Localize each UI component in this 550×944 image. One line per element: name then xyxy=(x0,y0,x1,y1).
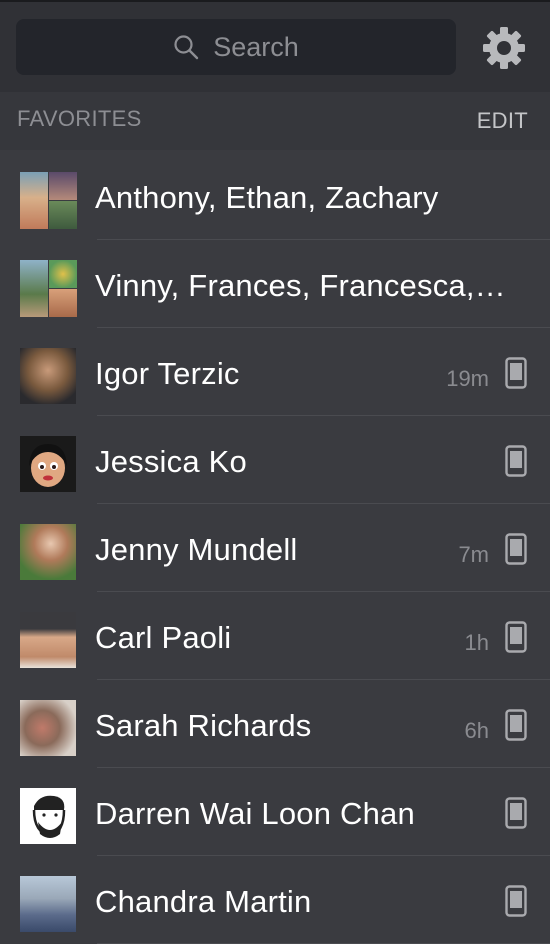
avatar xyxy=(20,788,76,844)
contact-name: Igor Terzic xyxy=(95,356,240,391)
list-item[interactable]: Chandra Martin xyxy=(0,856,550,944)
list-item[interactable]: Darren Wai Loon Chan xyxy=(0,768,550,856)
mobile-phone-icon xyxy=(505,797,527,829)
avatar xyxy=(20,436,76,492)
avatar xyxy=(20,612,76,668)
mobile-phone-icon xyxy=(505,533,527,565)
list-item[interactable]: Carl Paoli 1h xyxy=(0,592,550,680)
list-item[interactable]: Jenny Mundell 7m xyxy=(0,504,550,592)
section-title: FAVORITES xyxy=(17,106,142,131)
last-active-time: 1h xyxy=(464,630,489,655)
list-item[interactable]: Vinny, Frances, Francesca,… xyxy=(0,240,550,328)
avatar xyxy=(20,348,76,404)
favorites-header: FAVORITES EDIT xyxy=(0,92,550,150)
contact-list: Anthony, Ethan, Zachary Vinny, Frances, … xyxy=(0,152,550,944)
group-avatar xyxy=(20,260,77,317)
contact-name: Chandra Martin xyxy=(95,884,312,919)
contact-name: Vinny, Frances, Francesca,… xyxy=(95,268,506,303)
mobile-phone-icon xyxy=(505,445,527,477)
mobile-phone-icon xyxy=(505,709,527,741)
contact-name: Carl Paoli xyxy=(95,620,232,655)
edit-button[interactable]: EDIT xyxy=(477,108,528,134)
last-active-time: 6h xyxy=(464,718,489,743)
group-avatar xyxy=(20,172,77,229)
top-bar: Search xyxy=(0,0,550,92)
list-item[interactable]: Igor Terzic 19m xyxy=(0,328,550,416)
list-item[interactable]: Jessica Ko xyxy=(0,416,550,504)
avatar xyxy=(20,876,76,932)
list-item[interactable]: Sarah Richards 6h xyxy=(0,680,550,768)
mobile-phone-icon xyxy=(505,885,527,917)
contact-name: Darren Wai Loon Chan xyxy=(95,796,415,831)
contact-name: Anthony, Ethan, Zachary xyxy=(95,180,439,215)
last-active-time: 7m xyxy=(458,542,489,567)
avatar xyxy=(20,700,76,756)
last-active-time: 19m xyxy=(446,366,489,391)
mobile-phone-icon xyxy=(505,621,527,653)
gear-icon[interactable] xyxy=(481,25,527,71)
search-icon xyxy=(174,35,199,60)
contact-name: Jessica Ko xyxy=(95,444,247,479)
mobile-phone-icon xyxy=(505,357,527,389)
contact-name: Jenny Mundell xyxy=(95,532,298,567)
search-placeholder: Search xyxy=(213,31,299,62)
list-item[interactable]: Anthony, Ethan, Zachary xyxy=(0,152,550,240)
search-field[interactable]: Search xyxy=(16,19,456,75)
contact-name: Sarah Richards xyxy=(95,708,312,743)
avatar xyxy=(20,524,76,580)
